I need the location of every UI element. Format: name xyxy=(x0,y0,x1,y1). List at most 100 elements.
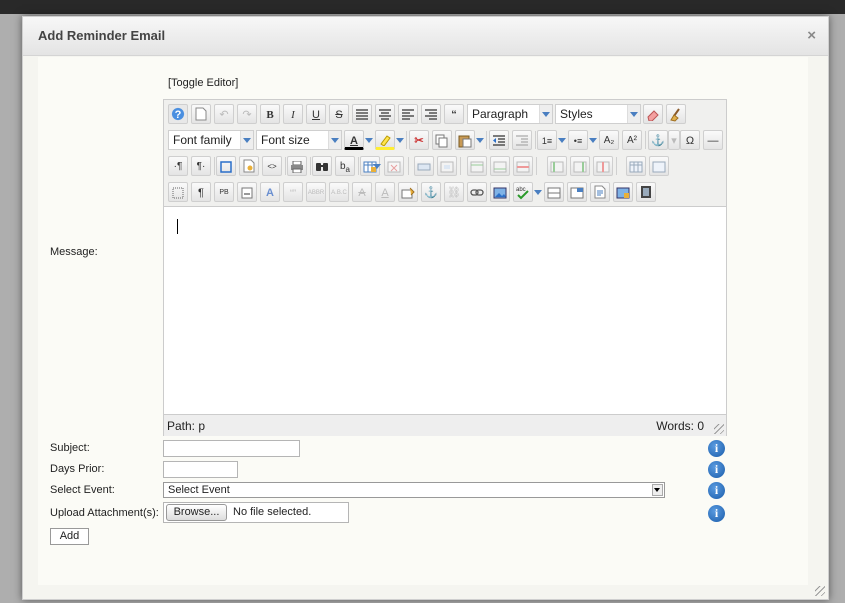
undo-icon[interactable]: ↶ xyxy=(214,104,234,124)
strikethrough-button[interactable]: S xyxy=(329,104,349,124)
blockquote-icon[interactable]: “ xyxy=(444,104,464,124)
delete-row-icon[interactable] xyxy=(513,156,533,176)
cleanup-icon[interactable] xyxy=(666,104,686,124)
find-icon[interactable] xyxy=(312,156,332,176)
copy-icon[interactable] xyxy=(432,130,452,150)
superscript-button[interactable]: A² xyxy=(622,130,642,150)
help-icon[interactable]: ? xyxy=(168,104,188,124)
format-select[interactable]: Paragraph xyxy=(467,104,553,124)
show-blocks-button[interactable]: ¶ xyxy=(191,182,211,202)
outdent-icon[interactable] xyxy=(489,130,509,150)
browse-button[interactable]: Browse... xyxy=(166,504,227,521)
split-cells-icon[interactable] xyxy=(626,156,646,176)
align-center-icon[interactable] xyxy=(375,104,395,124)
anchor-icon[interactable]: ⚓ xyxy=(421,182,441,202)
insert-col-before-icon[interactable] xyxy=(547,156,567,176)
chevron-down-icon[interactable] xyxy=(588,130,597,150)
editor-content-area[interactable] xyxy=(164,207,726,414)
paste-icon[interactable] xyxy=(455,130,475,150)
anchor-icon[interactable]: ⚓ xyxy=(648,130,668,150)
acronym-icon[interactable]: A.B.C xyxy=(329,182,349,202)
rtl-button[interactable]: ¶· xyxy=(191,156,211,176)
template-insert-icon[interactable] xyxy=(590,182,610,202)
template-icon[interactable] xyxy=(239,156,259,176)
fullscreen-icon[interactable] xyxy=(216,156,236,176)
chevron-down-icon[interactable] xyxy=(557,130,566,150)
ltr-button[interactable]: ·¶ xyxy=(168,156,188,176)
no-file-text: No file selected. xyxy=(233,506,312,518)
file-input[interactable]: Browse... No file selected. xyxy=(163,502,349,523)
info-icon[interactable]: i xyxy=(708,505,725,522)
highlight-icon[interactable] xyxy=(375,130,395,150)
table-delete-icon[interactable] xyxy=(384,156,404,176)
show-invisibles-icon[interactable]: PB xyxy=(214,182,234,202)
toolbar-separator xyxy=(535,131,536,149)
html-icon[interactable]: <> xyxy=(262,156,282,176)
days-prior-input[interactable] xyxy=(163,461,238,478)
chevron-down-icon[interactable]: ▾ xyxy=(668,130,680,150)
toolbar-separator xyxy=(408,157,409,175)
image-manager-icon[interactable] xyxy=(613,182,633,202)
chevron-down-icon[interactable] xyxy=(372,156,381,176)
link-icon[interactable] xyxy=(467,182,487,202)
font-family-select[interactable]: Font family xyxy=(168,130,254,150)
attributes-icon[interactable] xyxy=(398,182,418,202)
del-icon[interactable]: A xyxy=(352,182,372,202)
row-props-icon[interactable] xyxy=(414,156,434,176)
spellcheck-icon[interactable]: abc xyxy=(513,182,533,202)
redo-icon[interactable]: ↷ xyxy=(237,104,257,124)
nonbreaking-icon[interactable] xyxy=(237,182,257,202)
move-layer-icon[interactable] xyxy=(567,182,587,202)
media-icon[interactable] xyxy=(636,182,656,202)
abbr-icon[interactable]: ABBR xyxy=(306,182,326,202)
special-char-button[interactable]: Ω xyxy=(680,130,700,150)
unlink-icon[interactable]: ⛓ xyxy=(444,182,464,202)
bold-button[interactable]: B xyxy=(260,104,280,124)
close-icon[interactable]: × xyxy=(807,27,816,44)
chevron-down-icon[interactable] xyxy=(533,182,542,202)
dialog-titlebar: Add Reminder Email × xyxy=(23,17,828,56)
horizontal-rule-icon[interactable]: — xyxy=(703,130,723,150)
new-document-icon[interactable] xyxy=(191,104,211,124)
visual-aid-icon[interactable] xyxy=(168,182,188,202)
chevron-down-icon[interactable] xyxy=(364,130,373,150)
insert-col-after-icon[interactable] xyxy=(570,156,590,176)
numbered-list-icon[interactable]: 1≡ xyxy=(537,130,557,150)
image-icon[interactable] xyxy=(490,182,510,202)
info-icon[interactable]: i xyxy=(708,482,725,499)
info-icon[interactable]: i xyxy=(708,461,725,478)
underline-button[interactable]: U xyxy=(306,104,326,124)
dialog-resize-grip[interactable] xyxy=(815,586,825,596)
delete-col-icon[interactable] xyxy=(593,156,613,176)
styleprops-icon[interactable]: A xyxy=(260,182,280,202)
chevron-down-icon[interactable] xyxy=(475,130,484,150)
replace-icon[interactable]: ba xyxy=(335,156,355,176)
eraser-icon[interactable] xyxy=(643,104,663,124)
align-justify-icon[interactable] xyxy=(352,104,372,124)
cut-icon[interactable]: ✂ xyxy=(409,130,429,150)
italic-button[interactable]: I xyxy=(283,104,303,124)
editor-resize-grip[interactable] xyxy=(714,424,724,434)
insert-layer-icon[interactable] xyxy=(544,182,564,202)
chevron-down-icon[interactable] xyxy=(395,130,404,150)
insert-row-after-icon[interactable] xyxy=(490,156,510,176)
merge-cells-icon[interactable] xyxy=(649,156,669,176)
info-icon[interactable]: i xyxy=(708,440,725,457)
cell-props-icon[interactable] xyxy=(437,156,457,176)
font-size-select[interactable]: Font size xyxy=(256,130,342,150)
select-event-dropdown[interactable]: Select Event xyxy=(163,482,665,498)
subject-input[interactable] xyxy=(163,440,300,457)
subscript-button[interactable]: A₂ xyxy=(599,130,619,150)
insert-row-before-icon[interactable] xyxy=(467,156,487,176)
toggle-editor-link[interactable]: [Toggle Editor] xyxy=(168,77,238,89)
text-color-icon[interactable]: A xyxy=(344,130,364,150)
cite-icon[interactable]: “” xyxy=(283,182,303,202)
ins-icon[interactable]: A xyxy=(375,182,395,202)
align-right-icon[interactable] xyxy=(421,104,441,124)
add-button[interactable]: Add xyxy=(50,528,89,545)
align-left-icon[interactable] xyxy=(398,104,418,124)
styles-select[interactable]: Styles xyxy=(555,104,641,124)
bullet-list-icon[interactable]: •≡ xyxy=(568,130,588,150)
print-icon[interactable] xyxy=(287,156,307,176)
indent-icon[interactable] xyxy=(512,130,532,150)
